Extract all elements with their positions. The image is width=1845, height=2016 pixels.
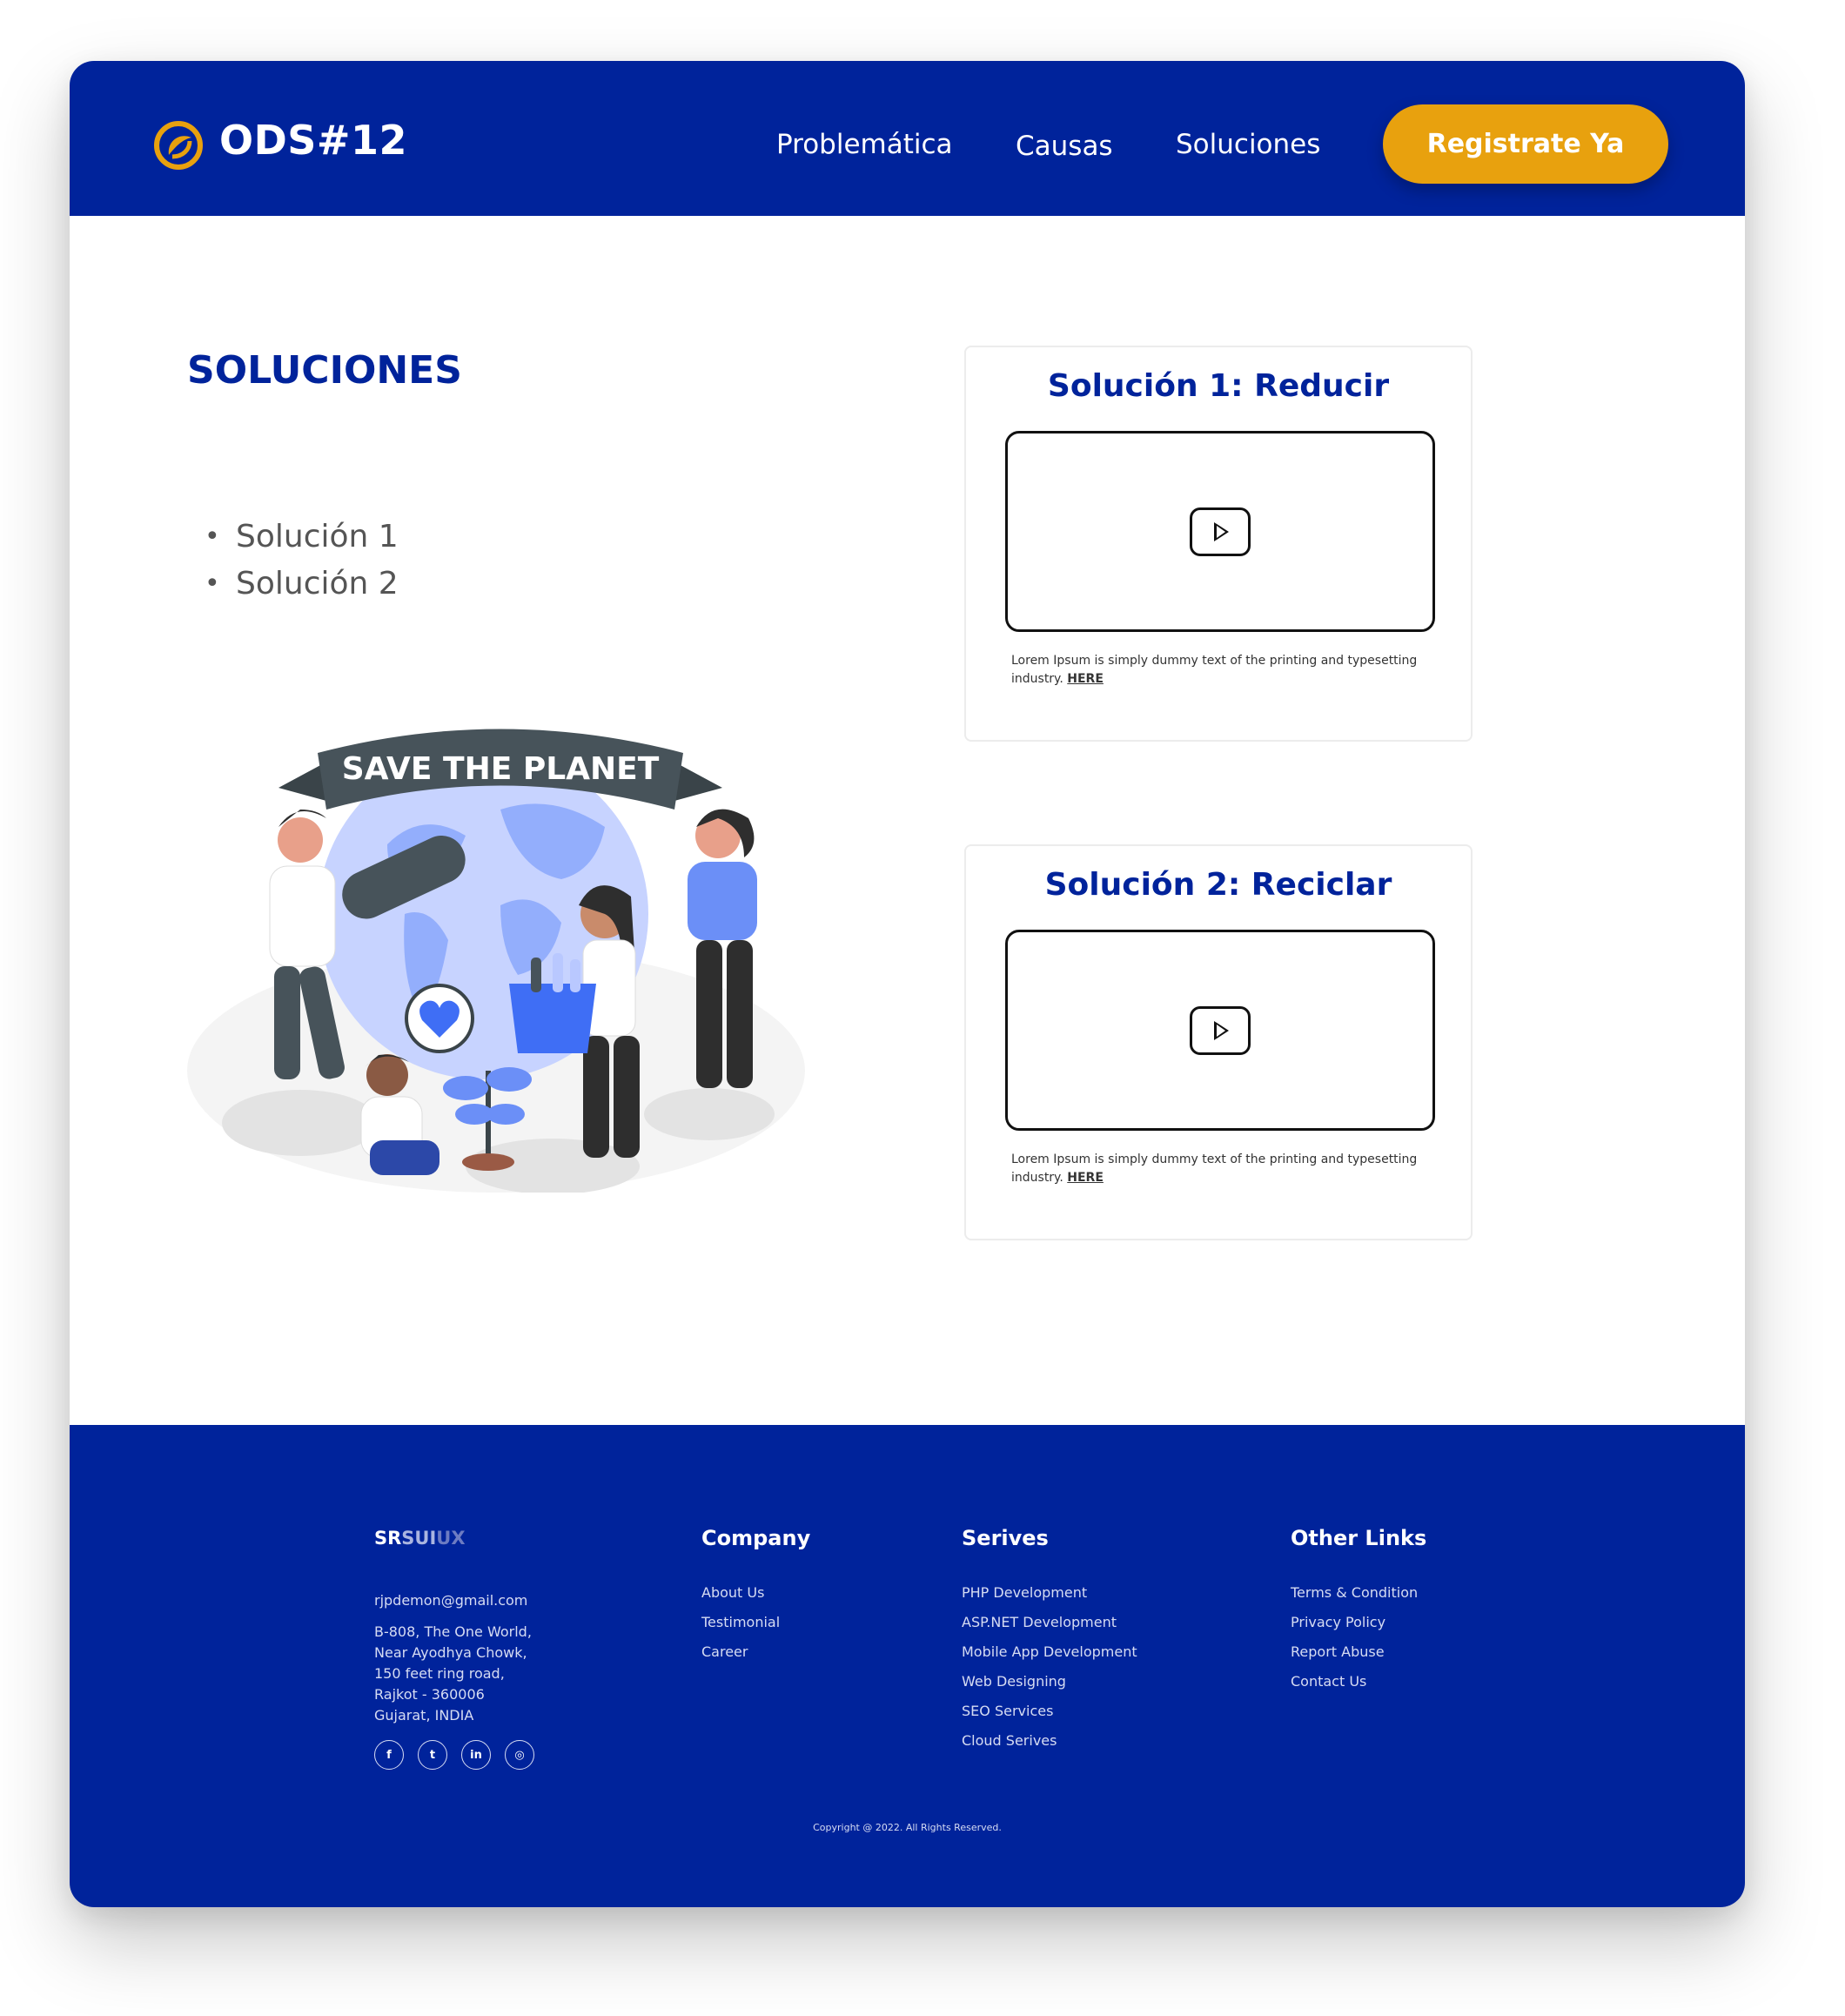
copyright-text: Copyright @ 2022. All Rights Reserved. xyxy=(813,1822,1002,1833)
footer-email[interactable]: rjpdemon@gmail.com xyxy=(374,1590,527,1611)
footer-link[interactable]: Contact Us xyxy=(1291,1667,1418,1697)
nav-link-soluciones[interactable]: Soluciones xyxy=(1176,129,1320,160)
linkedin-icon[interactable]: in xyxy=(461,1740,491,1770)
here-link[interactable]: HERE xyxy=(1067,672,1104,686)
card-description: Lorem Ipsum is simply dummy text of the … xyxy=(1011,654,1418,686)
page-title: SOLUCIONES xyxy=(187,348,462,393)
company-heading: Company xyxy=(701,1526,811,1550)
top-navbar: ODS#12 Problemática Causas Soluciones Re… xyxy=(70,61,1745,216)
play-button[interactable] xyxy=(1190,507,1251,556)
footer-brand[interactable]: SRSUIUX xyxy=(374,1528,466,1549)
footer-link[interactable]: Career xyxy=(701,1637,780,1667)
solution-card-1: Solución 1: Reducir Lorem Ipsum is simpl… xyxy=(964,346,1473,742)
card-title: Solución 2: Reciclar xyxy=(1044,867,1392,903)
footer-link[interactable]: Report Abuse xyxy=(1291,1637,1418,1667)
facebook-icon[interactable]: f xyxy=(374,1740,404,1770)
logo-icon xyxy=(154,121,203,170)
footer-link[interactable]: ASP.NET Development xyxy=(962,1608,1137,1637)
list-item: Solución 1 xyxy=(205,514,399,561)
footer-link[interactable]: PHP Development xyxy=(962,1578,1137,1608)
solution-card-2: Solución 2: Reciclar Lorem Ipsum is simp… xyxy=(964,844,1473,1240)
card-description: Lorem Ipsum is simply dummy text of the … xyxy=(1011,1152,1418,1185)
footer-link[interactable]: Cloud Serives xyxy=(962,1726,1137,1756)
social-links: f t in ◎ xyxy=(374,1740,534,1770)
other-links: Terms & Condition Privacy Policy Report … xyxy=(1291,1578,1418,1697)
footer-link[interactable]: Terms & Condition xyxy=(1291,1578,1418,1608)
footer-link[interactable]: Privacy Policy xyxy=(1291,1608,1418,1637)
register-button[interactable]: Registrate Ya xyxy=(1383,104,1668,184)
video-player[interactable] xyxy=(1005,431,1435,632)
other-links-heading: Other Links xyxy=(1291,1526,1427,1550)
solutions-list: Solución 1 Solución 2 xyxy=(205,514,399,608)
page-frame: ODS#12 Problemática Causas Soluciones Re… xyxy=(70,61,1745,1907)
footer-link[interactable]: Web Designing xyxy=(962,1667,1137,1697)
video-player[interactable] xyxy=(1005,930,1435,1131)
instagram-icon[interactable]: ◎ xyxy=(505,1740,534,1770)
company-links: About Us Testimonial Career xyxy=(701,1578,780,1667)
twitter-icon[interactable]: t xyxy=(418,1740,447,1770)
nav-link-causas[interactable]: Causas xyxy=(1016,131,1113,162)
play-button[interactable] xyxy=(1190,1005,1251,1055)
footer-link[interactable]: About Us xyxy=(701,1578,780,1608)
banner-text: SAVE THE PLANET xyxy=(342,751,660,787)
play-icon xyxy=(1214,521,1229,541)
nav-link-problematica[interactable]: Problemática xyxy=(776,129,953,160)
footer-link[interactable]: SEO Services xyxy=(962,1697,1137,1726)
footer-link[interactable]: Mobile App Development xyxy=(962,1637,1137,1667)
list-item: Solución 2 xyxy=(205,561,399,608)
save-the-planet-illustration: SAVE THE PLANET xyxy=(187,729,805,1193)
footer-address: B-808, The One World, Near Ayodhya Chowk… xyxy=(374,1623,532,1724)
footer: SRSUIUX rjpdemon@gmail.com B-808, The On… xyxy=(70,1425,1745,1907)
brand-name[interactable]: ODS#12 xyxy=(219,117,407,164)
services-links: PHP Development ASP.NET Development Mobi… xyxy=(962,1578,1137,1756)
play-icon xyxy=(1214,1020,1229,1040)
footer-link[interactable]: Testimonial xyxy=(701,1608,780,1637)
here-link[interactable]: HERE xyxy=(1067,1171,1104,1185)
services-heading: Serives xyxy=(962,1526,1049,1550)
card-title: Solución 1: Reducir xyxy=(1047,368,1390,404)
